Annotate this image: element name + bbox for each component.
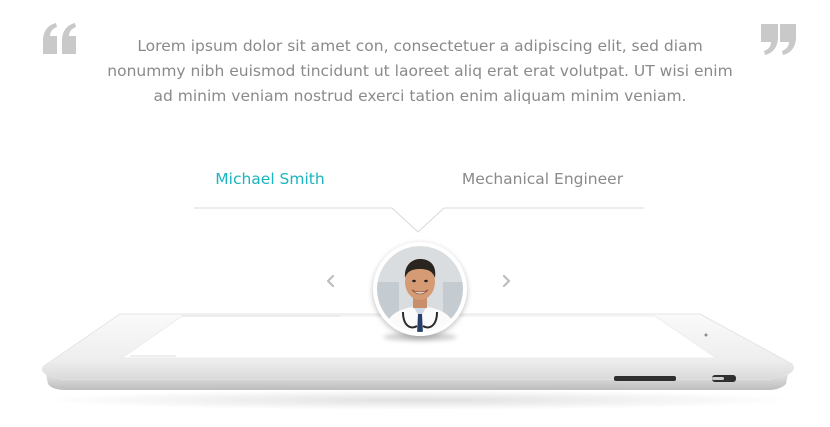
prev-button[interactable]: [318, 268, 344, 294]
avatar: [373, 242, 467, 336]
next-button[interactable]: [493, 268, 519, 294]
author-name: Michael Smith: [215, 170, 325, 188]
doctor-portrait-icon: [373, 242, 467, 336]
speech-pointer-divider: [194, 207, 644, 233]
author-role: Mechanical Engineer: [461, 170, 624, 188]
quote-close-icon: [761, 24, 796, 55]
chevron-right-icon: [502, 274, 511, 288]
testimonial-quote: Lorem ipsum dolor sit amet con, consecte…: [107, 37, 733, 105]
chevron-left-icon: [326, 274, 335, 288]
quote-open-icon: [43, 23, 76, 54]
